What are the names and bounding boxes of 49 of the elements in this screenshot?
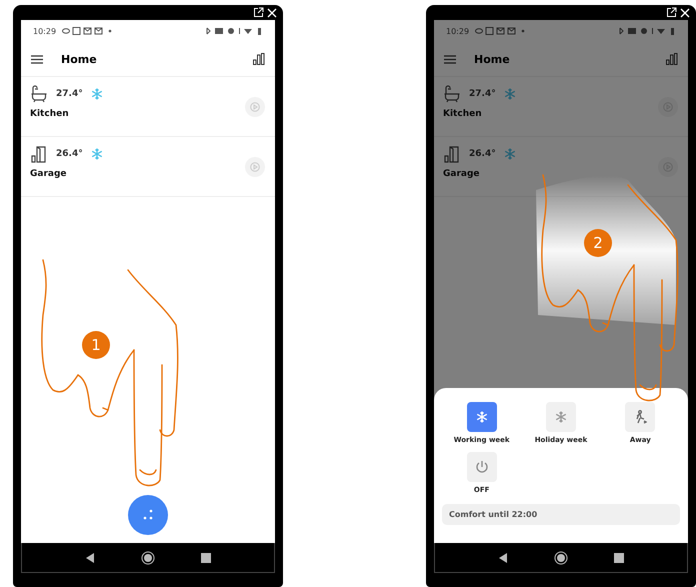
snowflake-icon: [476, 411, 488, 423]
snowflake-icon: [90, 88, 103, 100]
temperature-text: 27.4°: [469, 89, 496, 99]
external-window-icon[interactable]: [666, 7, 677, 18]
recents-icon[interactable]: [614, 552, 624, 562]
snowflake-icon: [504, 88, 516, 100]
notification-icons-drawing: [62, 27, 114, 35]
screen-title: Home: [474, 52, 511, 66]
play-icon: [250, 162, 260, 172]
mode-button[interactable]: [466, 402, 497, 432]
status-time: 10:29: [446, 26, 470, 36]
room-name: Kitchen: [443, 109, 483, 119]
temperature-text: 26.4°: [469, 149, 496, 159]
temperature-text: 27.4°: [56, 89, 83, 99]
close-icon[interactable]: [267, 8, 277, 18]
room-name: Garage: [30, 169, 68, 179]
home-icon[interactable]: [554, 550, 568, 564]
notification-icons-drawing: [475, 27, 528, 35]
menu-icon[interactable]: [31, 54, 43, 64]
status-time: 10:29: [33, 26, 56, 36]
status-text: Comfort until 22:00: [442, 504, 680, 525]
room-card[interactable]: 27.4° Kitchen: [434, 77, 688, 137]
temperature-text: 26.4°: [56, 149, 83, 159]
mode-button[interactable]: [546, 402, 576, 432]
door-icon: [30, 145, 48, 163]
bar-chart-icon[interactable]: [253, 53, 265, 65]
bathtub-icon: [30, 85, 48, 103]
back-icon[interactable]: [85, 552, 95, 562]
screen-title: Home: [61, 52, 98, 66]
snowflake-icon: [554, 411, 567, 423]
close-icon[interactable]: [680, 8, 690, 18]
room-card[interactable]: 27.4° Kitchen: [21, 77, 275, 137]
bathtub-icon: [443, 85, 461, 103]
home-icon[interactable]: [141, 550, 155, 564]
external-window-icon[interactable]: [253, 7, 264, 18]
room-card[interactable]: 26.4° Garage: [21, 137, 275, 197]
recents-icon[interactable]: [201, 552, 211, 562]
snowflake-icon: [504, 148, 516, 160]
back-icon[interactable]: [498, 552, 508, 562]
power-icon: [474, 459, 490, 475]
room-name: Garage: [443, 169, 481, 179]
snowflake-icon: [90, 148, 103, 160]
mode-button[interactable]: [466, 452, 497, 482]
door-icon: [443, 145, 461, 163]
dots-icon: [142, 509, 154, 521]
mode-button[interactable]: [625, 402, 656, 432]
play-icon: [250, 102, 260, 112]
menu-fab[interactable]: [128, 495, 168, 535]
room-name: Kitchen: [30, 109, 70, 119]
